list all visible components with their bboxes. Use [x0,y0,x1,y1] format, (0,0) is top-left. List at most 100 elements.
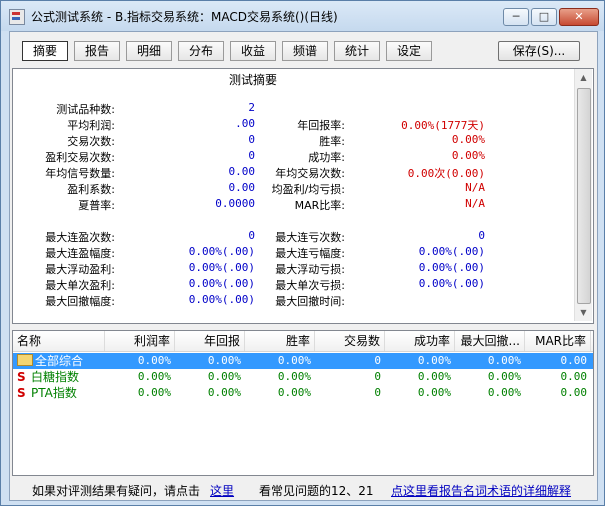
stat-label: 胜率: [319,135,345,148]
column-header-name[interactable]: 名称 [13,331,105,351]
summary-panel: 测试摘要 测试品种数: 2 平均利润: .00 交易次数: 0 盈利交易次数: … [12,68,594,324]
tab-statistics[interactable]: 统计 [334,41,380,61]
row-name: 全部综合 [17,353,83,369]
stat-value: 0.00%(.00) [188,261,255,274]
maximize-button[interactable]: □ [531,8,557,26]
tab-report[interactable]: 报告 [74,41,120,61]
client-area: 摘要 报告 明细 分布 收益 频谱 统计 设定 保存(S)... 测试摘要 测试… [9,31,598,501]
stat-label: 最大浮动盈利: [45,263,115,276]
column-header-success-rate[interactable]: 成功率 [385,331,455,351]
summary-scrollbar[interactable]: ▲ ▼ [574,69,592,321]
table-cell: 0.00% [417,370,451,383]
stat-value: 0 [248,133,255,146]
tab-details[interactable]: 明细 [126,41,172,61]
table-cell: 0.00% [277,354,311,367]
stat-value: 0.00%(.00) [418,245,485,258]
stat-value: 0.00 [228,181,256,194]
arrow-down-icon: ▼ [580,308,587,317]
stat-value: 0.00% [451,133,485,146]
table-cell: 0.00% [487,370,521,383]
stat-label: 成功率: [308,151,345,164]
stat-label: 最大浮动亏损: [275,263,345,276]
scroll-thumb[interactable] [577,88,591,304]
footer-bar: 如果对评测结果有疑问，请点击 这里 看常见问题的12、21 点这里看报告名词术语… [10,480,597,500]
table-row[interactable]: 全部综合 0.00% 0.00% 0.00% 0 0.00% 0.00% 0.0… [13,353,593,369]
folder-icon [17,354,33,366]
column-header-mar-ratio[interactable]: MAR比率 [525,331,591,351]
column-header-annual-return[interactable]: 年回报 [175,331,245,351]
stat-label: 最大连盈次数: [45,231,115,244]
tab-settings[interactable]: 设定 [386,41,432,61]
minimize-icon: ─ [512,10,520,23]
results-table: 名称 利润率 年回报 胜率 交易数 成功率 最大回撤... MAR比率 全部综合… [12,330,594,476]
stat-label: 平均利润: [67,119,115,132]
stat-label: 最大连亏次数: [275,231,345,244]
table-cell: 0.00% [277,370,311,383]
stat-label: 年回报率: [297,119,345,132]
table-cell: 0.00% [207,370,241,383]
row-name-text: 全部综合 [35,354,84,368]
table-cell: 0 [374,386,381,399]
column-header-max-drawdown[interactable]: 最大回撤... [455,331,525,351]
table-cell: 0.00% [207,354,241,367]
column-header-trade-count[interactable]: 交易数 [315,331,385,351]
table-cell: 0.00% [487,386,521,399]
table-cell: 0.00% [277,386,311,399]
stat-label: 均盈利/均亏损: [271,183,345,196]
tab-toolbar: 摘要 报告 明细 分布 收益 频谱 统计 设定 保存(S)... [10,32,597,66]
stat-label: 夏普率: [78,199,115,212]
tab-distribution[interactable]: 分布 [178,41,224,61]
table-row[interactable]: S 白糖指数 0.00% 0.00% 0.00% 0 0.00% 0.00% 0.… [13,369,593,385]
scroll-up-button[interactable]: ▲ [575,69,592,86]
stat-value: 0.00%(.00) [188,245,255,258]
table-cell: 0 [374,354,381,367]
stat-label: 最大连盈幅度: [45,247,115,260]
close-button[interactable]: ✕ [559,8,599,26]
scroll-down-button[interactable]: ▼ [575,304,592,321]
stat-label: 最大单次亏损: [275,279,345,292]
faq-link[interactable]: 这里 [210,482,234,499]
glossary-link[interactable]: 点这里看报告名词术语的详细解释 [391,482,571,499]
minimize-button[interactable]: ─ [503,8,529,26]
table-cell: 0.00% [137,370,171,383]
column-header-win-rate[interactable]: 胜率 [245,331,315,351]
stat-value: 0.00%(.00) [418,277,485,290]
row-name: S 白糖指数 [17,369,79,385]
stat-label: MAR比率: [294,199,345,212]
row-name: S PTA指数 [17,385,77,401]
row-name-text: PTA指数 [31,386,77,400]
stat-value: 0.00%(.00) [418,261,485,274]
stat-label: 最大连亏幅度: [275,247,345,260]
table-row[interactable]: S PTA指数 0.00% 0.00% 0.00% 0 0.00% 0.00% 0… [13,385,593,401]
stat-label: 盈利交易次数: [45,151,115,164]
stat-value: 0.00%(.00) [188,293,255,306]
table-cell: 0.00% [137,354,171,367]
table-cell: 0.00% [137,386,171,399]
title-bar[interactable]: 公式测试系统 - B.指标交易系统：MACD交易系统()(日线) ─ □ ✕ [1,1,604,31]
s-icon: S [17,370,26,384]
stat-value: 0.00%(1777天) [401,119,485,132]
table-cell: 0.00 [560,370,588,383]
stat-value: .00 [235,117,255,130]
tab-summary[interactable]: 摘要 [22,41,68,61]
table-cell: 0 [374,370,381,383]
stat-label: 年均信号数量: [45,167,115,180]
close-icon: ✕ [574,10,584,23]
stat-value: 0 [248,229,255,242]
stat-value: 0.00%(.00) [188,277,255,290]
footer-prefix-text: 如果对评测结果有疑问，请点击 [32,484,201,498]
save-button[interactable]: 保存(S)... [498,41,580,61]
stat-label: 测试品种数: [56,103,115,116]
column-header-profit-rate[interactable]: 利润率 [105,331,175,351]
stat-value: N/A [465,181,485,194]
footer-middle-text: 看常见问题的12、21 [259,484,374,498]
stat-label: 最大单次盈利: [45,279,115,292]
tab-spectrum[interactable]: 频谱 [282,41,328,61]
stat-value: 0.00 [228,165,256,178]
stat-value: 0 [478,229,485,242]
maximize-icon: □ [538,10,550,23]
table-cell: 0.00% [417,386,451,399]
tab-returns[interactable]: 收益 [230,41,276,61]
table-cell: 0.00 [560,386,588,399]
stat-value: 0 [248,149,255,162]
